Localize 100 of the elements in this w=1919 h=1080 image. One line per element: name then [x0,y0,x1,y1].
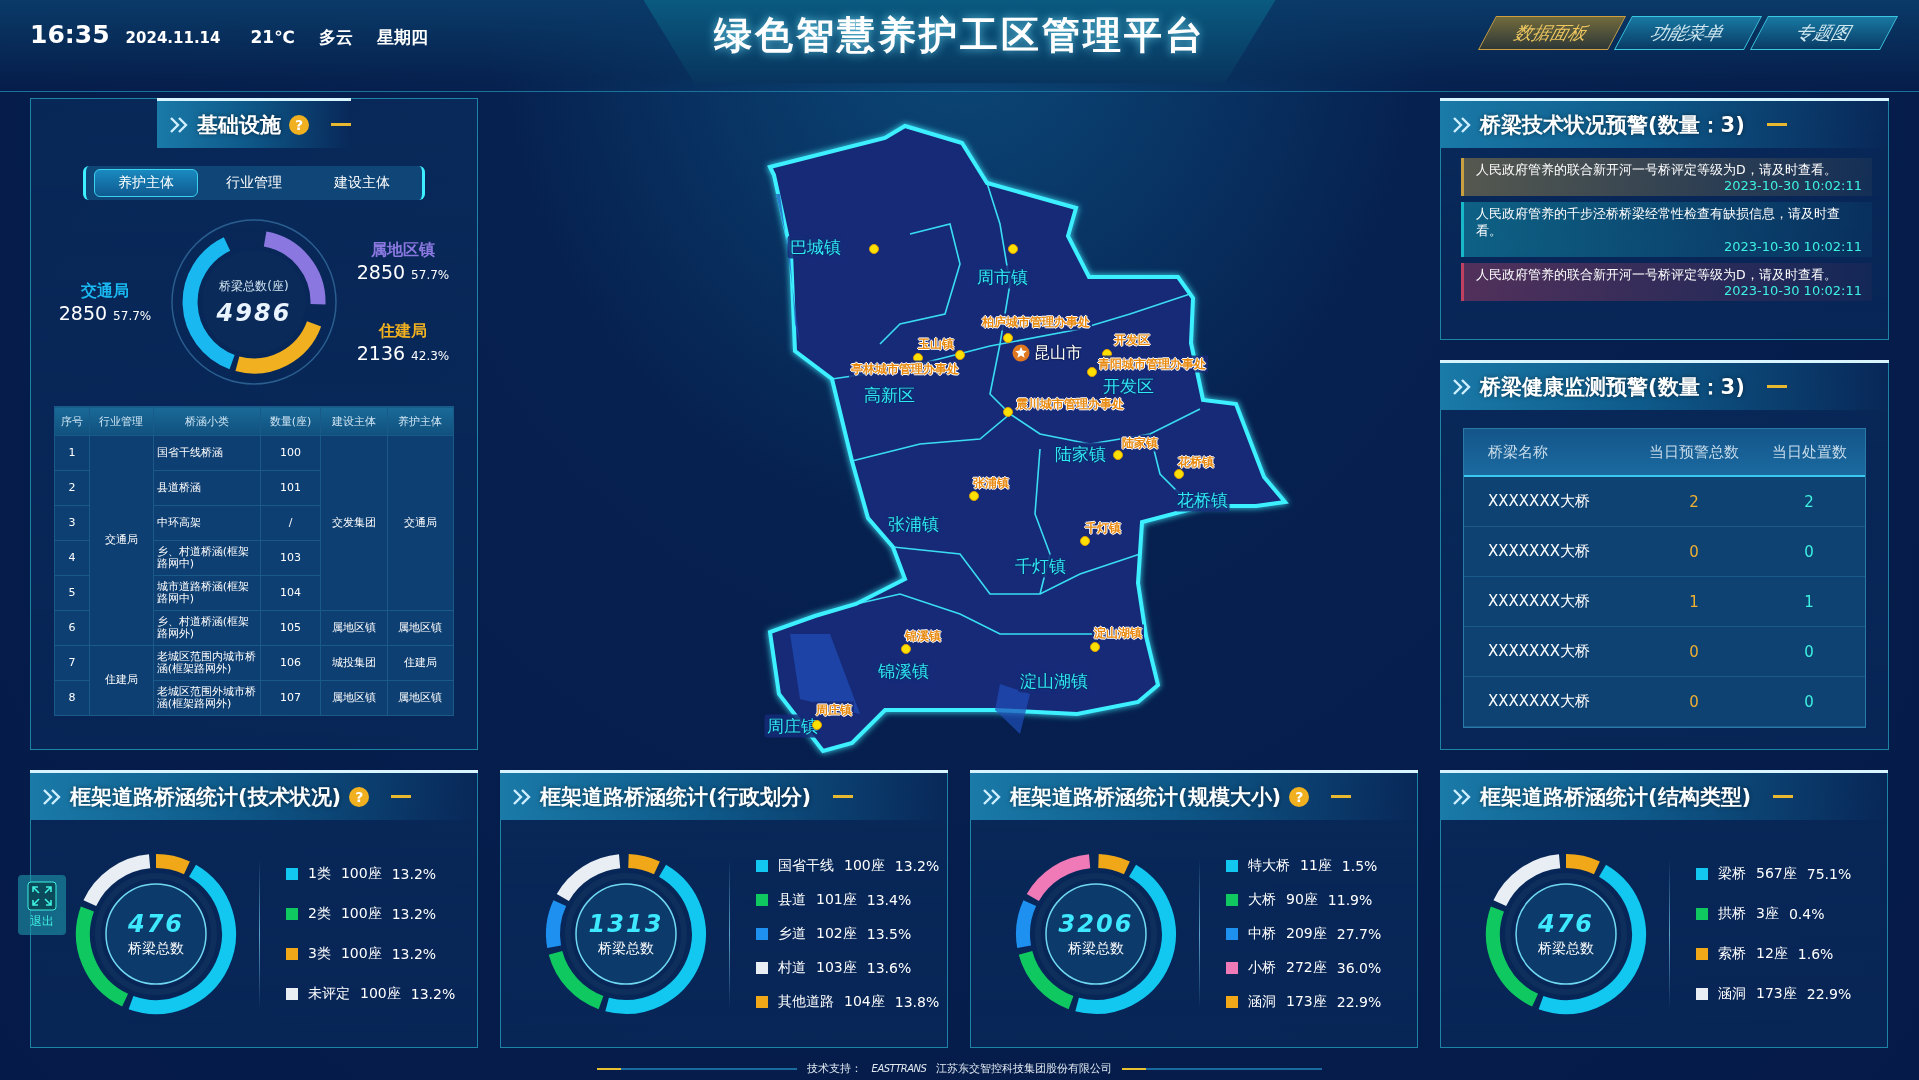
map-marker-dot[interactable] [1003,333,1013,343]
table-cell: 属地区镇 [320,680,388,716]
table-row[interactable]: XXXXXXX大桥 0 0 [1464,527,1865,577]
marker-label[interactable]: 亭林城市管理办事处 [849,360,961,378]
segment-value: 2850 [58,301,108,324]
column-header: 当日预警总数 [1648,442,1740,462]
expand-icon [27,880,57,911]
exit-button[interactable]: 退出 [18,875,66,935]
map-marker-dot[interactable] [1174,469,1184,479]
marker-label[interactable]: 张浦镇 [971,474,1011,492]
tab[interactable]: 养护主体 [94,169,198,197]
legend-percent: 13.8% [894,994,940,1010]
panel-title: 框架道路桥涵统计(规模大小) [1010,783,1282,811]
alert-text: 人民政府管养的千步泾桥桥梁经常性检查有缺损信息，请及时查看。 [1476,206,1841,239]
marker-label[interactable]: 玉山镇 [916,335,956,353]
legend-count: 11座 [1300,857,1332,875]
legend-percent: 13.2% [391,866,437,882]
table-cell: 105 [260,610,321,646]
map-marker-dot[interactable] [1113,450,1123,460]
legend-percent: 22.9% [1806,986,1852,1002]
ring-label: 桥梁总数 [1068,940,1124,958]
legend-count: 104座 [844,993,885,1011]
double-chevron-icon [1452,115,1472,134]
marker-label[interactable]: 开发区 [1112,331,1152,349]
map-marker-dot[interactable] [955,350,965,360]
map-marker-dot[interactable] [1087,367,1097,377]
date-text: 2024.11.14 [125,29,221,47]
table-cell: 5 [54,575,90,611]
legend-name: 其他道路 [778,993,834,1011]
panel-title: 框架道路桥涵统计(行政划分) [540,783,812,811]
double-chevron-icon [1452,787,1472,806]
table-row[interactable]: XXXXXXX大桥 0 0 [1464,627,1865,677]
legend-percent: 13.6% [866,960,912,976]
segment-percent: 57.7% [113,308,152,323]
bridge-name: XXXXXXX大桥 [1487,642,1591,661]
marker-label[interactable]: 淀山湖镇 [1092,624,1144,642]
warning-count: 0 [1688,542,1700,561]
table-cell: 乡、村道桥涵(框架路网中) [153,540,261,576]
alert-item[interactable]: 人民政府管养的联合新开河一号桥评定等级为D，请及时查看。 2023-10-30 10:02:11 [1461,158,1872,197]
nav-tab[interactable]: 专题图 [1749,16,1899,50]
ring-total: 476 [1537,910,1595,938]
map-marker-dot[interactable] [1080,536,1090,546]
weekday-text: 星期四 [376,26,428,49]
segment-value: 2136 [356,342,406,364]
marker-label[interactable]: 花桥镇 [1176,453,1216,471]
legend-count: 100座 [340,945,382,963]
map-marker-dot[interactable] [1008,244,1018,254]
table-cell: 交通局 [387,435,454,611]
column-header: 数量(座) [260,406,321,436]
marker-label[interactable]: 千灯镇 [1083,519,1123,537]
map-marker-dot[interactable] [869,244,879,254]
table-row[interactable]: XXXXXXX大桥 2 2 [1464,477,1865,527]
marker-label[interactable]: 青阳城市管理办事处 [1096,355,1208,373]
segment-percent: 42.3% [411,349,450,363]
handled-count: 0 [1803,642,1815,661]
marker-label[interactable]: 陆家镇 [1120,434,1160,452]
legend-percent: 13.4% [866,892,912,908]
alert-item[interactable]: 人民政府管养的联合新开河一号桥评定等级为D，请及时查看。 2023-10-30 10:02:11 [1461,262,1872,301]
map-marker-dot[interactable] [901,644,911,654]
tab[interactable]: 行业管理 [202,169,306,197]
table-cell: 中环高架 [153,505,261,541]
handled-count: 0 [1803,542,1815,561]
table-cell: 县道桥涵 [153,470,261,506]
legend-count: 90座 [1286,891,1318,909]
legend-name: 村道 [778,959,806,977]
legend-name: 3类 [308,945,331,963]
table-cell: 104 [260,575,321,611]
legend-percent: 13.2% [391,946,437,962]
tab[interactable]: 建设主体 [310,169,414,197]
marker-label[interactable]: 柏庐城市管理办事处 [980,313,1092,331]
marker-label[interactable]: 周庄镇 [814,701,854,719]
legend-count: 173座 [1756,985,1797,1003]
legend-count: 100座 [340,865,382,883]
warning-count: 0 [1688,692,1700,711]
marker-label[interactable]: 锦溪镇 [903,627,943,645]
map-marker-dot[interactable] [1003,407,1013,417]
legend-count: 209座 [1286,925,1327,943]
table-cell: 住建局 [387,645,454,681]
nav-tab[interactable]: 功能菜单 [1613,16,1763,50]
legend-count: 567座 [1756,865,1797,883]
double-chevron-icon [169,115,189,134]
table-row[interactable]: XXXXXXX大桥 0 0 [1464,677,1865,727]
legend-name: 1类 [308,865,331,883]
table-cell: 老城区范围外城市桥涵(框架路网外) [153,680,261,716]
panel-title: 框架道路桥涵统计(技术状况) [70,783,342,811]
nav-tab[interactable]: 数据面板 [1477,16,1627,50]
map-marker-dot[interactable] [1090,642,1100,652]
map-marker-dot[interactable] [969,491,979,501]
segment-name: 属地区镇 [371,240,435,261]
panel-title: 框架道路桥涵统计(结构类型) [1480,783,1752,811]
marker-label[interactable]: 震川城市管理办事处 [1014,395,1126,413]
legend-count: 100座 [844,857,885,875]
column-header: 建设主体 [320,406,388,436]
legend-count: 102座 [816,925,857,943]
table-row[interactable]: XXXXXXX大桥 1 1 [1464,577,1865,627]
alert-item[interactable]: 人民政府管养的千步泾桥桥梁经常性检查有缺损信息，请及时查看。 2023-10-30 10:02:11 [1461,202,1872,257]
legend-percent: 1.6% [1797,946,1834,962]
legend-percent: 13.2% [410,986,456,1002]
table-cell: 老城区范围内城市桥涵(框架路网外) [153,645,261,681]
alert-time: 2023-10-30 10:02:11 [1723,178,1862,194]
